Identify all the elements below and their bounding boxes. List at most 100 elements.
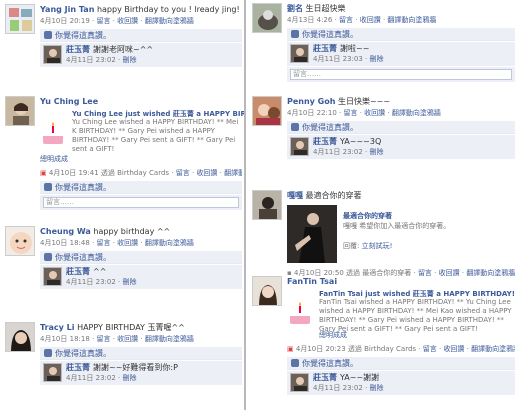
story-time[interactable]: 19:41 — [78, 169, 98, 177]
comment-avatar[interactable] — [290, 137, 309, 156]
avatar[interactable] — [252, 96, 282, 126]
share-link[interactable]: 翻譯動向塗鴉牆 — [224, 169, 242, 177]
share-link[interactable]: 翻譯動向塗鴉牆 — [145, 335, 194, 343]
comment-link[interactable]: 留言 — [96, 17, 110, 25]
comment-avatar[interactable] — [290, 373, 309, 392]
share-link[interactable]: 翻譯動向塗鴉牆 — [392, 109, 441, 117]
comment-author[interactable]: 莊玉菁 — [66, 267, 90, 276]
avatar[interactable] — [5, 4, 35, 34]
unlike-link[interactable]: 收回讚 — [117, 239, 138, 247]
comment-text: 謝謝老阿咪~^^ — [93, 45, 154, 54]
story-message: 生日快樂~~~ — [337, 97, 391, 106]
attachment-title[interactable]: 最適合你的穿著 — [343, 211, 392, 221]
unlike-link[interactable]: 收回讚 — [117, 17, 138, 25]
comment-author[interactable]: 莊玉菁 — [313, 137, 337, 146]
avatar[interactable] — [5, 322, 35, 352]
share-link[interactable]: 翻譯動向塗鴉牆 — [387, 16, 436, 24]
comment-author[interactable]: 莊玉菁 — [66, 363, 90, 372]
story-date: 4月13日 — [287, 16, 315, 24]
likes-bar: 你覺得這真讚。 — [40, 181, 242, 194]
story-actor[interactable]: Cheung Wa — [40, 227, 91, 236]
comment-link[interactable]: 留言 — [96, 335, 110, 343]
avatar[interactable] — [252, 3, 282, 33]
delete-comment-link[interactable]: 刪除 — [122, 56, 136, 64]
comment-avatar[interactable] — [43, 45, 62, 64]
unlike-link[interactable]: 收回讚 — [364, 109, 385, 117]
delete-comment-link[interactable]: 刪除 — [369, 55, 383, 63]
like-thumb-icon — [291, 359, 299, 367]
story-time[interactable]: 18:18 — [70, 335, 90, 343]
comment-link[interactable]: 留言 — [423, 345, 437, 353]
avatar[interactable] — [252, 190, 282, 220]
attachment-photo[interactable] — [287, 205, 337, 263]
comment-link[interactable]: 留言 — [343, 109, 357, 117]
story-actor[interactable]: 劉名 — [287, 4, 303, 13]
attachment-link[interactable]: 總明成成 — [319, 331, 347, 340]
comment-text: YA~~~3Q — [340, 137, 382, 146]
unlike-link[interactable]: 收回讚 — [443, 345, 464, 353]
story-time[interactable]: 20:19 — [70, 17, 90, 25]
story-message: happy Birthday to you ! lready jing! — [96, 5, 240, 14]
share-link[interactable]: 翻譯動向塗鴉牆 — [471, 345, 515, 353]
story-date: 4月10日 — [48, 169, 77, 177]
comment: 莊玉菁 YA~~謝謝 4月11日 23:02 · 刪除 — [287, 371, 515, 395]
avatar[interactable] — [5, 96, 35, 126]
unlike-link[interactable]: 收回讚 — [196, 169, 217, 177]
attachment-description: Yu Ching Lee wished a HAPPY BIRTHDAY! **… — [72, 118, 239, 153]
likes-text[interactable]: 你覺得這真讚。 — [55, 183, 111, 192]
story-time[interactable]: 22:10 — [317, 109, 337, 117]
comment-avatar[interactable] — [43, 363, 62, 382]
story-time[interactable]: 20:23 — [325, 345, 345, 353]
story-meta: ▣ 4月10日 20:23 透過 Birthday Cards · 留言 · 收… — [287, 344, 515, 355]
comment-link[interactable]: 留言 — [176, 169, 190, 177]
comment-author[interactable]: 莊玉菁 — [313, 373, 337, 382]
avatar[interactable] — [5, 226, 35, 256]
comment-input[interactable]: 留言…… — [290, 69, 512, 80]
app-link[interactable]: Birthday Cards — [364, 345, 416, 353]
story-time[interactable]: 4:26 — [317, 16, 333, 24]
story-actor[interactable]: Yu Ching Lee — [40, 97, 98, 106]
like-thumb-icon — [44, 183, 52, 191]
attachment-link[interactable]: 總明成成 — [40, 155, 68, 164]
comment-link[interactable]: 留言 — [339, 16, 353, 24]
unlike-link[interactable]: 收回讚 — [360, 16, 381, 24]
share-link[interactable]: 翻譯動向塗鴉牆 — [145, 17, 194, 25]
likes-text[interactable]: 你覺得這真讚。 — [55, 349, 111, 358]
story-actor[interactable]: Penny Goh — [287, 97, 335, 106]
comment-time: 23:02 — [95, 56, 116, 64]
likes-text[interactable]: 你覺得這真讚。 — [55, 253, 111, 262]
story-date: 4月10日 — [40, 17, 68, 25]
comment: 莊玉菁 謝啦~~ 4月11日 23:03 · 刪除 — [287, 42, 515, 66]
comment-time: 23:02 — [342, 148, 363, 156]
comment-avatar[interactable] — [290, 44, 309, 63]
birthday-card-attachment: Yu Ching Lee just wished 莊玉菁 a HAPPY BIR… — [40, 109, 244, 167]
comment-link[interactable]: 留言 — [96, 239, 110, 247]
like-thumb-icon — [44, 349, 52, 357]
delete-comment-link[interactable]: 刪除 — [122, 278, 136, 286]
comment-author[interactable]: 莊玉菁 — [66, 45, 90, 54]
avatar[interactable] — [252, 276, 282, 306]
story-actor[interactable]: FanTin Tsai — [287, 277, 337, 286]
delete-comment-link[interactable]: 刪除 — [122, 374, 136, 382]
story-actor[interactable]: 嘎嘎 — [287, 191, 303, 200]
app-attachment: 最適合你的穿著 嘎嘎 希望你加入最適合你的穿著。 回覆: 立刻試玩! — [287, 205, 515, 267]
delete-comment-link[interactable]: 刪除 — [369, 384, 383, 392]
comment-avatar[interactable] — [43, 267, 62, 286]
likes-text[interactable]: 你覺得這真讚。 — [302, 359, 358, 368]
comment-input[interactable]: 留言…… — [43, 197, 239, 208]
app-link[interactable]: Birthday Cards — [117, 169, 169, 177]
likes-text[interactable]: 你覺得這真讚。 — [302, 123, 358, 132]
try-now-link[interactable]: 立刻試玩! — [362, 242, 393, 250]
gift-icon: ▣ — [287, 345, 294, 353]
likes-text[interactable]: 你覺得這真讚。 — [55, 31, 111, 40]
comment-author[interactable]: 莊玉菁 — [313, 44, 337, 53]
story-actor[interactable]: Yang Jin Tan — [40, 5, 94, 14]
delete-comment-link[interactable]: 刪除 — [369, 148, 383, 156]
story-time[interactable]: 18:48 — [70, 239, 90, 247]
gift-icon: ▣ — [40, 169, 47, 177]
story-actor[interactable]: Tracy Li — [40, 323, 75, 332]
share-link[interactable]: 翻譯動向塗鴉牆 — [145, 239, 194, 247]
comment-date: 4月11日 — [313, 148, 341, 156]
likes-text[interactable]: 你覺得這真讚。 — [302, 30, 358, 39]
unlike-link[interactable]: 收回讚 — [117, 335, 138, 343]
